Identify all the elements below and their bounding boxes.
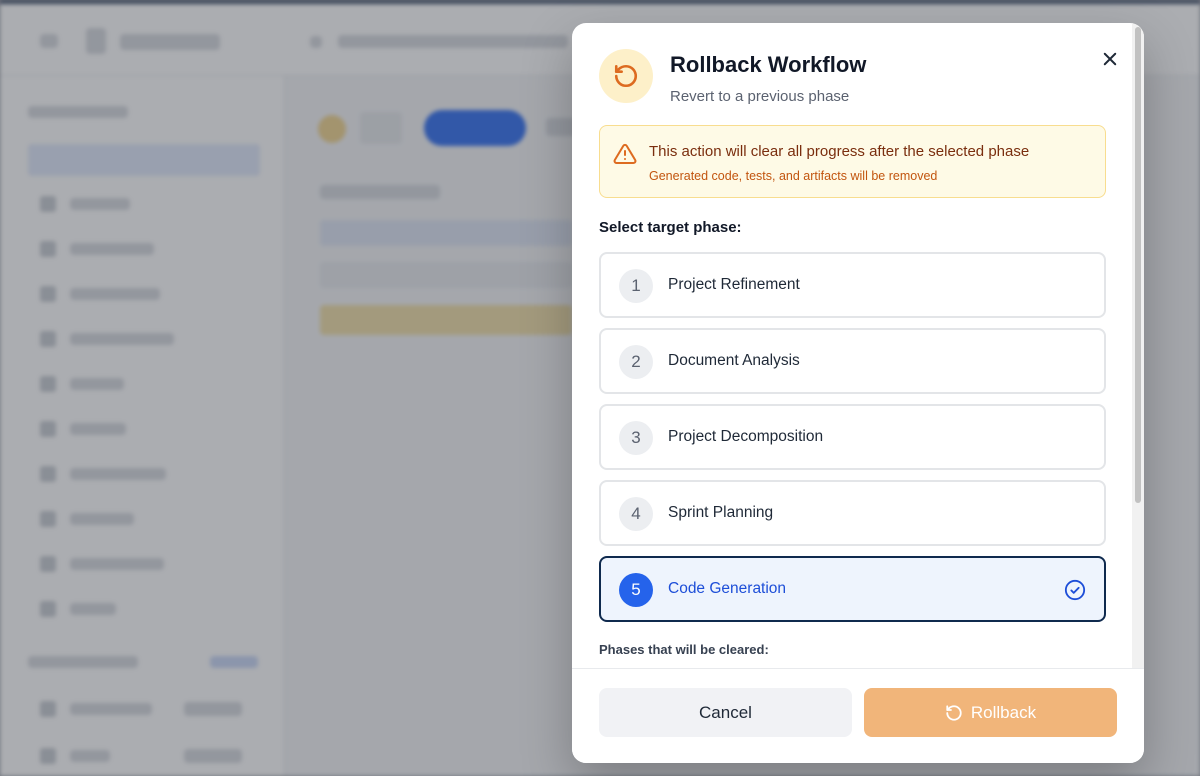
rollback-button-label: Rollback <box>970 702 1037 722</box>
warning-banner: This action will clear all progress afte… <box>599 125 1106 198</box>
close-button[interactable] <box>1096 45 1124 73</box>
rollback-button[interactable]: Rollback <box>864 688 1117 737</box>
phase-number: 2 <box>619 345 653 379</box>
phase-name: Project Refinement <box>668 276 800 293</box>
phase-number: 5 <box>619 573 653 607</box>
phase-number: 3 <box>619 421 653 455</box>
dialog-scroll-area[interactable]: Rollback Workflow Revert to a previous p… <box>572 23 1132 668</box>
phase-name: Code Generation <box>668 580 787 597</box>
check-circle-icon <box>1064 579 1086 601</box>
rotate-ccw-icon <box>946 704 962 721</box>
phase-option-project-decomposition[interactable]: 3 Project Decomposition <box>599 404 1106 470</box>
dialog-scrollbar[interactable] <box>1132 23 1144 668</box>
phase-number: 4 <box>619 497 653 531</box>
cancel-button[interactable]: Cancel <box>599 688 852 737</box>
cancel-button-label: Cancel <box>699 702 752 722</box>
dialog-subtitle: Revert to a previous phase <box>670 88 850 105</box>
dialog-footer: Cancel Rollback <box>572 668 1144 763</box>
warning-subtitle: Generated code, tests, and artifacts wil… <box>649 169 938 183</box>
close-icon <box>1103 52 1117 66</box>
warning-title: This action will clear all progress afte… <box>649 143 1030 160</box>
cleared-phases-label: Phases that will be cleared: <box>599 642 769 657</box>
rotate-ccw-icon <box>599 49 653 103</box>
dialog-title: Rollback Workflow <box>670 52 867 77</box>
alert-triangle-icon <box>613 143 637 164</box>
phase-option-document-analysis[interactable]: 2 Document Analysis <box>599 328 1106 394</box>
select-phase-label: Select target phase: <box>599 219 742 236</box>
phase-name: Document Analysis <box>668 352 800 369</box>
phase-number: 1 <box>619 269 653 303</box>
phase-option-code-generation[interactable]: 5 Code Generation <box>599 556 1106 622</box>
phase-option-project-refinement[interactable]: 1 Project Refinement <box>599 252 1106 318</box>
phase-option-sprint-planning[interactable]: 4 Sprint Planning <box>599 480 1106 546</box>
phase-name: Sprint Planning <box>668 504 774 521</box>
rollback-dialog: Rollback Workflow Revert to a previous p… <box>572 23 1144 763</box>
scrollbar-thumb[interactable] <box>1135 27 1141 503</box>
phase-name: Project Decomposition <box>668 428 824 445</box>
